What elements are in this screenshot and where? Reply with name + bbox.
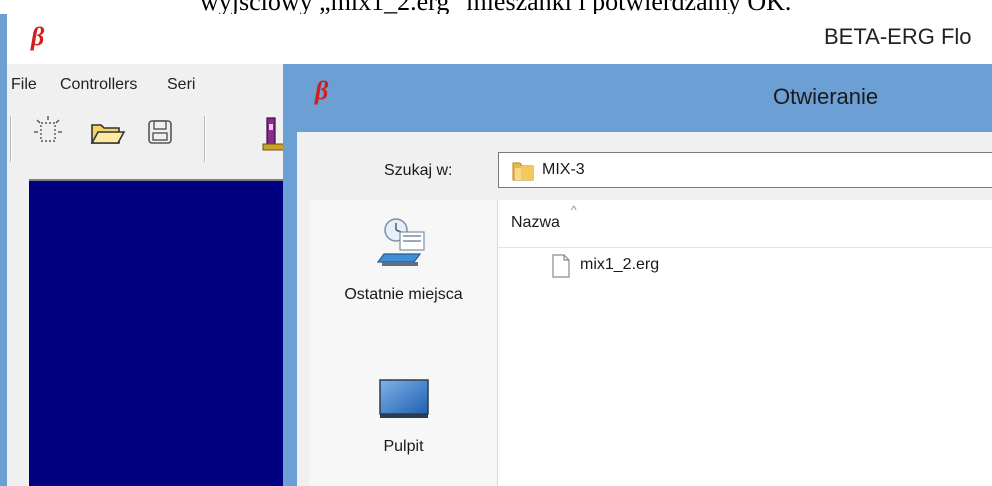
dialog-title: Otwieranie xyxy=(773,84,879,109)
file-row[interactable]: mix1_2.erg xyxy=(498,252,992,280)
look-in-combobox[interactable]: MIX-3 xyxy=(498,152,992,188)
place-desktop-label: Pulpit xyxy=(383,438,424,455)
dialog-body: Szukaj w: MIX-3 Ostatnie miejsca Pulpit … xyxy=(297,132,992,486)
menu-serial[interactable]: Seri xyxy=(167,76,195,94)
save-icon[interactable] xyxy=(142,114,178,155)
toolbar xyxy=(7,108,307,170)
app-logo-icon: β xyxy=(31,22,45,51)
places-bar: Ostatnie miejsca Pulpit xyxy=(310,200,497,486)
place-recent[interactable]: Ostatnie miejsca xyxy=(310,200,497,340)
window-title: BETA-ERG Flo xyxy=(824,24,972,49)
place-recent-label: Ostatnie miejsca xyxy=(344,286,463,303)
document-icon xyxy=(550,254,572,283)
look-in-label: Szukaj w: xyxy=(384,162,453,179)
toolbar-separator xyxy=(204,116,206,162)
dialog-titlebar[interactable]: β Otwieranie xyxy=(283,64,992,132)
sort-ascending-icon: ^ xyxy=(571,203,577,217)
recent-places-icon xyxy=(376,214,432,275)
column-name-label: Nazwa xyxy=(511,214,560,231)
main-canvas[interactable] xyxy=(29,179,299,486)
desktop-icon xyxy=(376,376,432,431)
place-desktop[interactable]: Pulpit xyxy=(310,360,497,486)
new-file-icon[interactable] xyxy=(31,114,67,155)
caption-text: wyjściowy „mix1_2.erg" mieszanki i potwi… xyxy=(200,0,791,14)
look-in-value: MIX-3 xyxy=(542,161,585,178)
menu-file[interactable]: File xyxy=(11,76,37,94)
menu-controllers[interactable]: Controllers xyxy=(60,76,137,94)
open-file-dialog: β Otwieranie Szukaj w: MIX-3 Ostatnie mi… xyxy=(283,64,992,486)
column-header-name[interactable]: ^ Nazwa xyxy=(498,200,992,248)
file-name: mix1_2.erg xyxy=(580,256,660,273)
folder-icon xyxy=(511,160,535,187)
caption-fragment: wyjściowy „mix1_2.erg" mieszanki i potwi… xyxy=(0,0,992,14)
main-titlebar: β BETA-ERG Flo xyxy=(7,14,992,64)
toolbar-separator xyxy=(10,116,12,162)
open-folder-icon[interactable] xyxy=(89,114,127,155)
dialog-logo-icon: β xyxy=(315,76,329,105)
file-list[interactable]: ^ Nazwa mix1_2.erg xyxy=(497,200,992,486)
